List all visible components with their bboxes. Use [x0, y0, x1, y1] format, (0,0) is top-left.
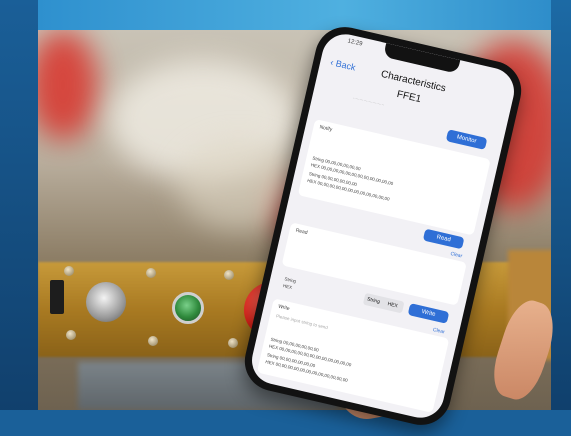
panel-switch: [50, 280, 64, 314]
panel-bolt: [146, 268, 156, 278]
frame-top-band: [0, 0, 571, 30]
red-sign-left: [38, 30, 98, 140]
write-input[interactable]: Please input string to send: [276, 313, 329, 330]
write-button[interactable]: Write: [407, 303, 450, 324]
photo-frame: 12:29 ‹ Back Characteristics FFE1 ······…: [0, 0, 571, 436]
notify-label: Notify: [318, 124, 333, 134]
frame-left-band: [0, 0, 38, 436]
chevron-left-icon: ‹: [329, 57, 335, 68]
panel-bolt: [66, 330, 76, 340]
write-mode-segmented[interactable]: String HEX: [362, 292, 405, 314]
nav-title: Characteristics: [379, 68, 447, 95]
segment-hex[interactable]: HEX: [387, 301, 398, 309]
panel-bolt: [228, 338, 238, 348]
green-button: [172, 292, 204, 324]
segment-string[interactable]: String: [366, 296, 380, 305]
panel-bolt: [64, 266, 74, 276]
back-button[interactable]: ‹ Back: [329, 57, 356, 72]
frame-right-band: [551, 0, 571, 436]
clear-write-link[interactable]: Clear: [432, 327, 445, 336]
frame-bottom-band: [0, 410, 571, 436]
status-time: 12:29: [346, 38, 363, 48]
write-label: Write: [277, 303, 291, 313]
characteristic-name: FFE1: [395, 88, 423, 106]
monitor-button[interactable]: Monitor: [445, 129, 488, 150]
back-label: Back: [334, 58, 357, 73]
uuid-text: ························: [352, 95, 385, 108]
panel-bolt: [224, 270, 234, 280]
read-label: Read: [295, 227, 309, 237]
panel-bolt: [148, 336, 158, 346]
write-type-hex: HEX: [282, 283, 293, 291]
clear-read-link[interactable]: Clear: [450, 251, 463, 260]
white-button: [86, 282, 126, 322]
